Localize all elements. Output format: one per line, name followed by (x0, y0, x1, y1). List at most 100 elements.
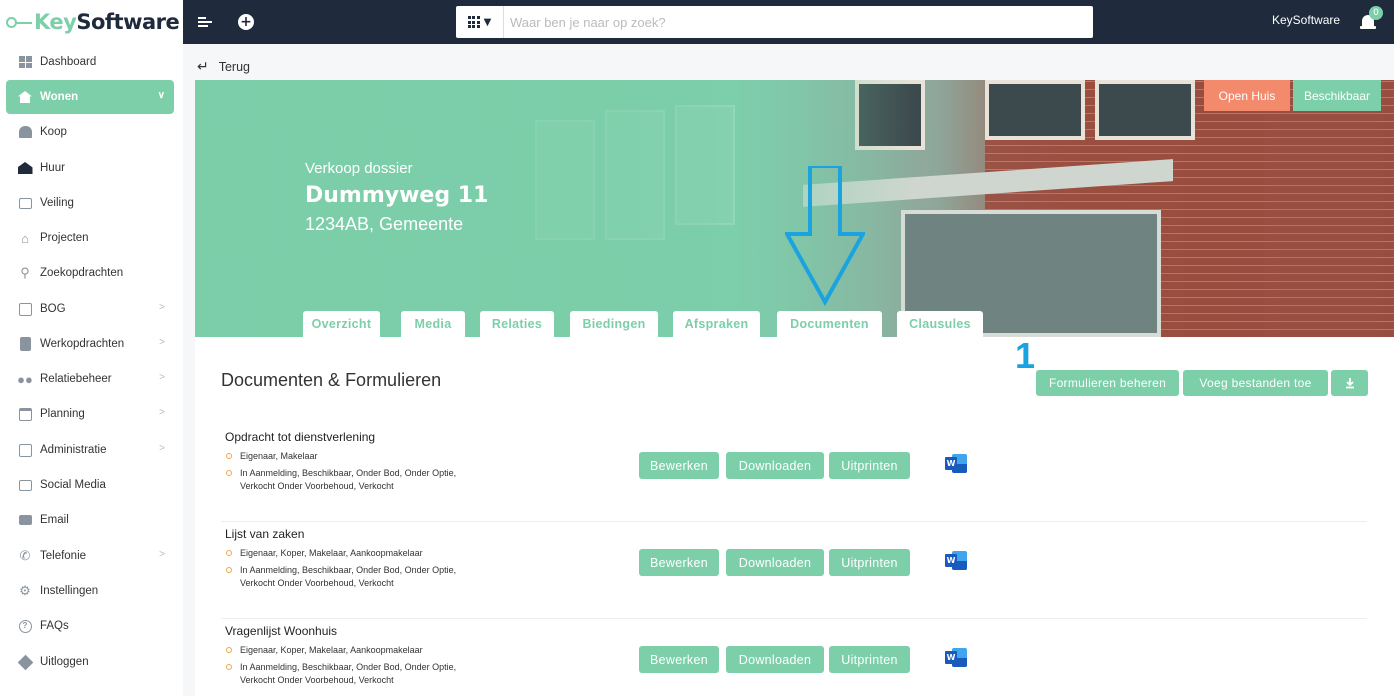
property-hero: Verkoop dossier Dummyweg 11 1234AB, Geme… (195, 80, 1394, 337)
property-postcode-city: 1234AB, Gemeente (305, 214, 464, 234)
annotation-arrow-icon (785, 166, 865, 306)
sidebar-item-faqs[interactable]: ? FAQs (6, 609, 174, 643)
download-icon (1345, 378, 1354, 389)
sidebar-item-instellingen[interactable]: ⚙ Instellingen (6, 574, 174, 608)
back-link[interactable]: ↵ Terug (197, 58, 250, 75)
people-icon: ●● (17, 371, 33, 387)
search-category-dropdown[interactable]: ▼ (456, 6, 504, 38)
sidebar-item-administratie[interactable]: Administratie > (6, 433, 174, 467)
word-document-icon[interactable]: W (945, 551, 967, 570)
sidebar-item-relatiebeheer[interactable]: ●● Relatiebeheer > (6, 362, 174, 396)
question-icon: ? (17, 619, 33, 633)
tab-afspraken[interactable]: Afspraken (673, 311, 760, 337)
ledger-icon (17, 443, 33, 457)
sidebar-item-planning[interactable]: Planning > (6, 397, 174, 431)
sidebar-item-email[interactable]: Email (6, 503, 174, 537)
tab-biedingen[interactable]: Biedingen (570, 311, 658, 337)
clipboard-icon (17, 337, 33, 351)
sidebar-item-bog[interactable]: BOG > (6, 292, 174, 326)
tab-documenten[interactable]: Documenten (777, 311, 882, 337)
sidebar-item-label: Instellingen (40, 585, 99, 597)
tab-overzicht[interactable]: Overzicht (303, 311, 380, 337)
sidebar-item-label: Planning (40, 408, 85, 420)
sidebar-item-huur[interactable]: Huur (6, 151, 174, 185)
user-name[interactable]: KeySoftware (1272, 13, 1340, 27)
edit-button[interactable]: Bewerken (639, 549, 719, 576)
sidebar-item-werkopdrachten[interactable]: Werkopdrachten > (6, 327, 174, 361)
sidebar-item-label: Koop (40, 126, 67, 138)
menu-toggle-icon[interactable] (195, 12, 215, 32)
sidebar-item-label: Zoekopdrachten (40, 267, 124, 279)
sidebar-item-label: Telefonie (40, 550, 87, 562)
notifications-bell-icon[interactable]: 0 (1360, 6, 1383, 33)
print-button[interactable]: Uitprinten (829, 452, 910, 479)
projects-icon: ⌂ (21, 230, 29, 246)
tab-media[interactable]: Media (401, 311, 465, 337)
download-button[interactable]: Downloaden (726, 646, 824, 673)
manage-forms-button[interactable]: Formulieren beheren (1036, 370, 1179, 396)
document-statuses: In Aanmelding, Beschikbaar, Onder Bod, O… (225, 467, 456, 493)
add-files-button[interactable]: Voeg bestanden toe (1183, 370, 1328, 396)
download-button[interactable]: Downloaden (726, 452, 824, 479)
chevron-right-icon: > (159, 407, 165, 418)
top-bar: KeySoftware + ▼ KeySoftware 0 (0, 0, 1394, 44)
sidebar-item-veiling[interactable]: Veiling (6, 186, 174, 220)
logo-text: KeySoftware (34, 10, 180, 34)
document-roles: Eigenaar, Koper, Makelaar, Aankoopmakela… (225, 644, 423, 657)
calendar-icon (17, 407, 33, 421)
annotation-number: 1 (1015, 335, 1036, 376)
document-title: Lijst van zaken (225, 527, 305, 541)
sidebar: Dashboard Wonen ∨ Koop Huur Veiling ⌂ Pr… (0, 44, 183, 696)
sidebar-item-uitloggen[interactable]: Uitloggen (6, 645, 174, 679)
print-button[interactable]: Uitprinten (829, 646, 910, 673)
add-icon[interactable]: + (236, 12, 256, 32)
dossier-type: Verkoop dossier (305, 160, 413, 177)
chevron-right-icon: > (159, 443, 165, 454)
sidebar-item-label: Uitloggen (40, 656, 89, 668)
sidebar-item-label: Dashboard (40, 56, 97, 68)
tab-relaties[interactable]: Relaties (480, 311, 554, 337)
sidebar-item-projecten[interactable]: ⌂ Projecten (6, 221, 174, 255)
sidebar-item-social-media[interactable]: Social Media (6, 468, 174, 502)
document-roles: Eigenaar, Koper, Makelaar, Aankoopmakela… (225, 547, 423, 560)
grid-icon (467, 16, 480, 28)
gear-icon: ⚙ (19, 583, 31, 598)
sidebar-item-telefonie[interactable]: ✆ Telefonie > (6, 539, 174, 573)
sidebar-item-label: Veiling (40, 197, 74, 209)
document-statuses: In Aanmelding, Beschikbaar, Onder Bod, O… (225, 564, 456, 590)
sidebar-item-label: Relatiebeheer (40, 373, 112, 385)
sidebar-item-dashboard[interactable]: Dashboard (6, 45, 174, 79)
hero-photo-window (985, 80, 1085, 140)
section-title: Documenten & Formulieren (221, 370, 442, 390)
sidebar-item-wonen[interactable]: Wonen ∨ (6, 80, 174, 114)
download-all-button[interactable] (1331, 370, 1368, 396)
document-statuses: In Aanmelding, Beschikbaar, Onder Bod, O… (225, 661, 456, 687)
document-row: Opdracht tot dienstverlening Eigenaar, M… (221, 425, 1367, 522)
dashboard-icon (17, 55, 33, 69)
search-input[interactable] (504, 7, 1093, 37)
tab-clausules[interactable]: Clausules (897, 311, 983, 337)
sidebar-item-koop[interactable]: Koop (6, 115, 174, 149)
sidebar-item-label: Wonen (40, 91, 79, 103)
word-document-icon[interactable]: W (945, 648, 967, 667)
edit-button[interactable]: Bewerken (639, 646, 719, 673)
document-title: Opdracht tot dienstverlening (225, 430, 376, 444)
sidebar-item-label: Email (40, 514, 69, 526)
auction-icon (17, 196, 33, 210)
rent-icon (17, 161, 33, 175)
search-bar: ▼ (456, 6, 1093, 38)
sidebar-item-label: Administratie (40, 444, 107, 456)
word-document-icon[interactable]: W (945, 454, 967, 473)
print-button[interactable]: Uitprinten (829, 549, 910, 576)
edit-button[interactable]: Bewerken (639, 452, 719, 479)
sidebar-item-label: Social Media (40, 479, 106, 491)
sidebar-item-zoekopdrachten[interactable]: ⚲ Zoekopdrachten (6, 256, 174, 290)
logout-icon (17, 654, 33, 670)
property-address: Dummyweg 11 (305, 183, 489, 208)
download-button[interactable]: Downloaden (726, 549, 824, 576)
documents-panel: 1 Documenten & Formulieren Formulieren b… (195, 335, 1394, 696)
document-row: Lijst van zaken Eigenaar, Koper, Makelaa… (221, 522, 1367, 619)
sidebar-item-label: Werkopdrachten (40, 338, 125, 350)
logo[interactable]: KeySoftware (0, 0, 183, 44)
key-logo-icon (4, 13, 34, 31)
